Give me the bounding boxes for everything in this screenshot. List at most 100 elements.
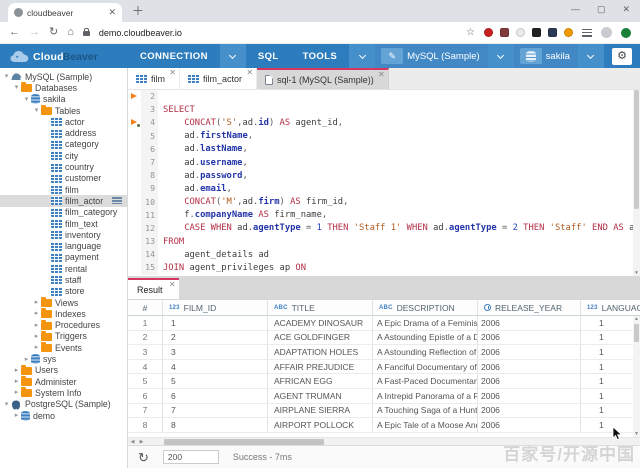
grid-cell[interactable]: 2006 (478, 418, 581, 432)
sidebar-item-store[interactable]: store (0, 286, 127, 297)
result-tab[interactable]: Result ✕ (128, 278, 179, 299)
tree-right-arrow-icon[interactable]: ▸ (32, 321, 41, 330)
extension-icon[interactable] (516, 28, 525, 37)
scroll-up-icon[interactable]: ▲ (633, 316, 640, 322)
grid-cell[interactable]: 8 (163, 418, 268, 432)
grid-cell[interactable]: 2 (163, 331, 268, 345)
tree-right-arrow-icon[interactable]: ▸ (12, 388, 21, 397)
grid-cell[interactable]: 2006 (478, 404, 581, 418)
grid-cell[interactable]: 2006 (478, 331, 581, 345)
fetch-size-input[interactable] (163, 450, 219, 464)
scroll-right-icon[interactable]: ▶ (137, 439, 146, 445)
sidebar-item-triggers[interactable]: ▸Triggers (0, 331, 127, 342)
tree-right-arrow-icon[interactable]: ▸ (32, 332, 41, 341)
sidebar-item-language[interactable]: language (0, 240, 127, 251)
grid-cell[interactable]: A Intrepid Panorama of a Rob... (373, 389, 478, 403)
column-header-language-id[interactable]: 123LANGUAGE_ID (581, 300, 640, 315)
close-icon[interactable]: ✕ (169, 69, 176, 77)
scrollbar-thumb[interactable] (634, 324, 639, 342)
grid-cell[interactable]: 3 (163, 345, 268, 359)
sidebar-item-payment[interactable]: payment (0, 252, 127, 263)
grid-vertical-scrollbar[interactable]: ▲ ▼ (633, 316, 640, 437)
grid-cell[interactable]: ACADEMY DINOSAUR (268, 316, 373, 330)
scroll-down-icon[interactable]: ▼ (633, 431, 640, 437)
close-icon[interactable]: ✕ (246, 69, 253, 77)
grid-cell[interactable]: 7 (163, 404, 268, 418)
forward-icon[interactable]: → (29, 27, 40, 38)
back-icon[interactable]: ← (9, 27, 20, 38)
grid-cell[interactable]: 1 (581, 389, 640, 403)
grid-cell[interactable]: AIRPORT POLLOCK (268, 418, 373, 432)
grid-cell[interactable]: 2006 (478, 345, 581, 359)
connection-menu-dropdown[interactable] (220, 44, 246, 68)
column-header-release-year[interactable]: RELEASE_YEAR (478, 300, 581, 315)
grid-cell[interactable]: 1 (163, 316, 268, 330)
schema-selector-dropdown[interactable] (578, 44, 604, 68)
sidebar-item-procedures[interactable]: ▸Procedures (0, 320, 127, 331)
sidebar-item-film-category[interactable]: film_category (0, 207, 127, 218)
close-icon[interactable]: ✕ (378, 71, 385, 79)
sidebar-item-postgresql-sample[interactable]: ▾PostgreSQL (Sample) (0, 399, 127, 410)
sidebar-item-system-info[interactable]: ▸System Info (0, 387, 127, 398)
sidebar-item-demo[interactable]: ▸demo (0, 410, 127, 421)
extension-icon[interactable] (548, 28, 557, 37)
grid-cell[interactable]: AFRICAN EGG (268, 374, 373, 388)
grid-cell[interactable]: 2006 (478, 389, 581, 403)
tree-right-arrow-icon[interactable]: ▸ (12, 377, 21, 386)
tree-right-arrow-icon[interactable]: ▸ (32, 343, 41, 352)
grid-cell[interactable]: A Astounding Reflection of a ... (373, 345, 478, 359)
sidebar-item-staff[interactable]: staff (0, 274, 127, 285)
sidebar-item-film-actor[interactable]: film_actor (0, 195, 127, 206)
sidebar-item-tables[interactable]: ▾Tables (0, 105, 127, 116)
tree-right-arrow-icon[interactable]: ▸ (32, 298, 41, 307)
sidebar-item-rental[interactable]: rental (0, 263, 127, 274)
grid-cell[interactable]: AGENT TRUMAN (268, 389, 373, 403)
reload-icon[interactable]: ↻ (49, 27, 58, 38)
sidebar-item-mysql-sample[interactable]: ▾MySQL (Sample) (0, 71, 127, 82)
column-header-description[interactable]: ABCDESCRIPTION (373, 300, 478, 315)
grid-cell[interactable]: 2006 (478, 374, 581, 388)
sidebar-item-views[interactable]: ▸Views (0, 297, 127, 308)
browser-tab[interactable]: cloudbeaver ✕ (8, 3, 122, 22)
connection-selector-dropdown[interactable] (488, 44, 514, 68)
run-query-icon[interactable] (131, 93, 137, 99)
column-header-title[interactable]: ABCTITLE (268, 300, 373, 315)
schema-selector[interactable]: sakila (514, 44, 578, 68)
grid-cell[interactable]: 1 (581, 345, 640, 359)
grid-cell[interactable]: 1 (581, 360, 640, 374)
close-icon[interactable]: ✕ (169, 281, 176, 289)
sidebar-item-databases[interactable]: ▾Databases (0, 82, 127, 93)
tree-down-arrow-icon[interactable]: ▾ (32, 106, 41, 115)
grid-cell[interactable]: ADAPTATION HOLES (268, 345, 373, 359)
grid-cell[interactable]: ACE GOLDFINGER (268, 331, 373, 345)
column-header-film-id[interactable]: 123FILM_ID (163, 300, 268, 315)
scrollbar-thumb[interactable] (164, 439, 324, 445)
grid-cell[interactable]: 4 (163, 360, 268, 374)
sidebar-item-sakila[interactable]: ▾sakila (0, 94, 127, 105)
grid-cell[interactable]: 1 (581, 374, 640, 388)
sidebar-item-film-text[interactable]: film_text (0, 218, 127, 229)
maximize-icon[interactable]: ▢ (597, 4, 606, 15)
menu-tools[interactable]: TOOLS (291, 44, 350, 68)
tree-right-arrow-icon[interactable]: ▸ (32, 309, 41, 318)
grid-cell[interactable]: A Fast-Paced Documentary of ... (373, 374, 478, 388)
editor-tab-sql-1-mysql-sample[interactable]: sql-1 (MySQL (Sample))✕ (257, 68, 389, 89)
extension-icon[interactable] (484, 28, 493, 37)
scroll-left-icon[interactable]: ◀ (128, 439, 137, 445)
grid-cell[interactable]: 5 (163, 374, 268, 388)
scrollbar-thumb[interactable] (634, 90, 639, 209)
grid-cell[interactable]: 2006 (478, 316, 581, 330)
grid-cell[interactable]: 1 (581, 316, 640, 330)
editor-vertical-scrollbar[interactable]: ▼ (633, 90, 640, 276)
grid-cell[interactable]: 6 (163, 389, 268, 403)
tree-right-arrow-icon[interactable]: ▸ (12, 366, 21, 375)
tree-right-arrow-icon[interactable]: ▸ (22, 355, 31, 364)
editor-tab-film-actor[interactable]: film_actor✕ (180, 68, 257, 89)
grid-cell[interactable]: 2006 (478, 360, 581, 374)
menu-connection[interactable]: CONNECTION (128, 44, 220, 68)
home-icon[interactable]: ⌂ (67, 27, 74, 38)
browser-update-icon[interactable] (621, 28, 631, 38)
sidebar-item-sys[interactable]: ▸sys (0, 353, 127, 364)
sidebar-item-events[interactable]: ▸Events (0, 342, 127, 353)
sidebar-item-country[interactable]: country (0, 161, 127, 172)
